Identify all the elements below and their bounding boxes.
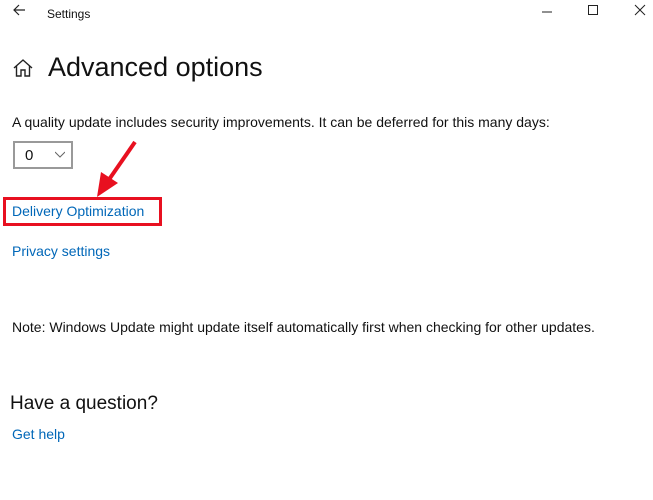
privacy-settings-link[interactable]: Privacy settings	[12, 243, 110, 259]
get-help-link[interactable]: Get help	[12, 426, 65, 442]
question-heading: Have a question?	[10, 393, 158, 414]
update-note: Note: Windows Update might update itself…	[12, 319, 595, 335]
delivery-optimization-link[interactable]: Delivery Optimization	[12, 203, 144, 219]
